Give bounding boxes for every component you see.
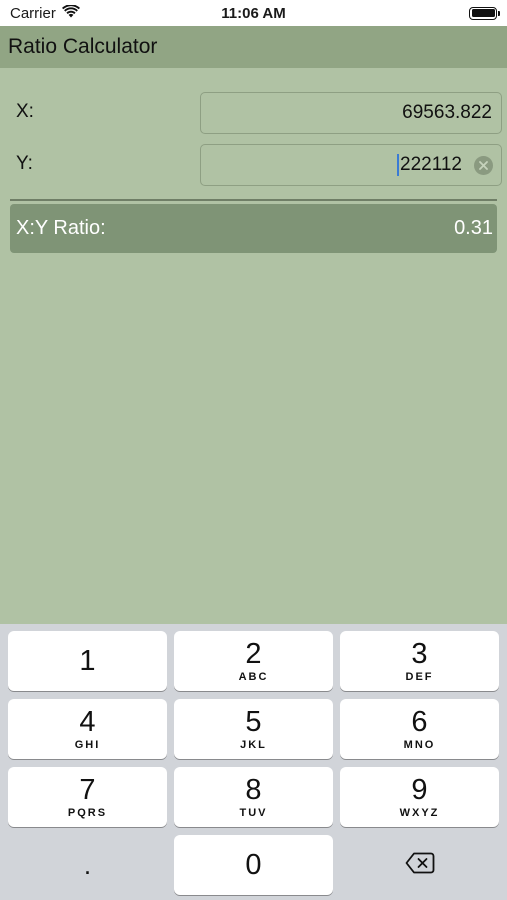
backspace-key[interactable] bbox=[340, 835, 499, 895]
key-6[interactable]: 6 MNO bbox=[340, 699, 499, 759]
key-9[interactable]: 9 WXYZ bbox=[340, 767, 499, 827]
key-5[interactable]: 5 JKL bbox=[174, 699, 333, 759]
key-8-letters: TUV bbox=[239, 807, 268, 819]
key-7-letters: PQRS bbox=[67, 807, 108, 819]
key-3-letters: DEF bbox=[405, 671, 434, 683]
key-4[interactable]: 4 GHI bbox=[8, 699, 167, 759]
key-8[interactable]: 8 TUV bbox=[174, 767, 333, 827]
y-label: Y: bbox=[16, 153, 33, 174]
y-input-value: 222112 bbox=[400, 154, 462, 175]
key-4-digit: 4 bbox=[79, 706, 96, 738]
status-left: Carrier bbox=[10, 3, 80, 22]
decimal-key[interactable]: . bbox=[8, 835, 167, 895]
page-title: Ratio Calculator bbox=[8, 35, 158, 58]
key-5-digit: 5 bbox=[245, 706, 262, 738]
key-3[interactable]: 3 DEF bbox=[340, 631, 499, 691]
key-8-digit: 8 bbox=[245, 774, 262, 806]
key-0[interactable]: 0 bbox=[174, 835, 333, 895]
navigation-bar: Ratio Calculator bbox=[0, 26, 507, 68]
key-0-digit: 0 bbox=[245, 849, 262, 881]
key-2-digit: 2 bbox=[245, 638, 262, 670]
x-input-value: 69563.822 bbox=[402, 102, 492, 123]
key-7-digit: 7 bbox=[79, 774, 96, 806]
status-bar: Carrier 11:06 AM bbox=[0, 0, 507, 26]
divider bbox=[10, 199, 497, 201]
key-9-letters: WXYZ bbox=[399, 807, 440, 819]
clear-text-icon[interactable] bbox=[474, 155, 493, 175]
backspace-icon bbox=[405, 852, 435, 879]
ratio-label: X:Y Ratio: bbox=[16, 217, 106, 239]
key-2-letters: ABC bbox=[238, 671, 269, 683]
key-7[interactable]: 7 PQRS bbox=[8, 767, 167, 827]
key-1-digit: 1 bbox=[79, 645, 96, 677]
battery-icon bbox=[469, 6, 500, 20]
x-label: X: bbox=[16, 101, 34, 122]
key-1[interactable]: 1 bbox=[8, 631, 167, 691]
numeric-keyboard: 1 2 ABC 3 DEF 4 GHI 5 JKL 6 MNO 7 PQRS 8… bbox=[0, 624, 507, 900]
ratio-result-bar: X:Y Ratio: 0.31 bbox=[10, 204, 497, 253]
decimal-key-label: . bbox=[83, 850, 92, 880]
ratio-value: 0.31 bbox=[454, 217, 493, 239]
key-9-digit: 9 bbox=[411, 774, 428, 806]
battery-level bbox=[471, 9, 495, 17]
key-4-letters: GHI bbox=[74, 739, 101, 751]
x-input[interactable]: 69563.822 bbox=[200, 92, 502, 134]
key-6-letters: MNO bbox=[403, 739, 436, 751]
key-6-digit: 6 bbox=[411, 706, 428, 738]
wifi-icon bbox=[61, 3, 80, 22]
y-input[interactable]: 222112 bbox=[200, 144, 502, 186]
text-cursor bbox=[397, 154, 399, 176]
key-3-digit: 3 bbox=[411, 638, 428, 670]
carrier-label: Carrier bbox=[10, 4, 56, 22]
key-2[interactable]: 2 ABC bbox=[174, 631, 333, 691]
key-5-letters: JKL bbox=[240, 739, 267, 751]
